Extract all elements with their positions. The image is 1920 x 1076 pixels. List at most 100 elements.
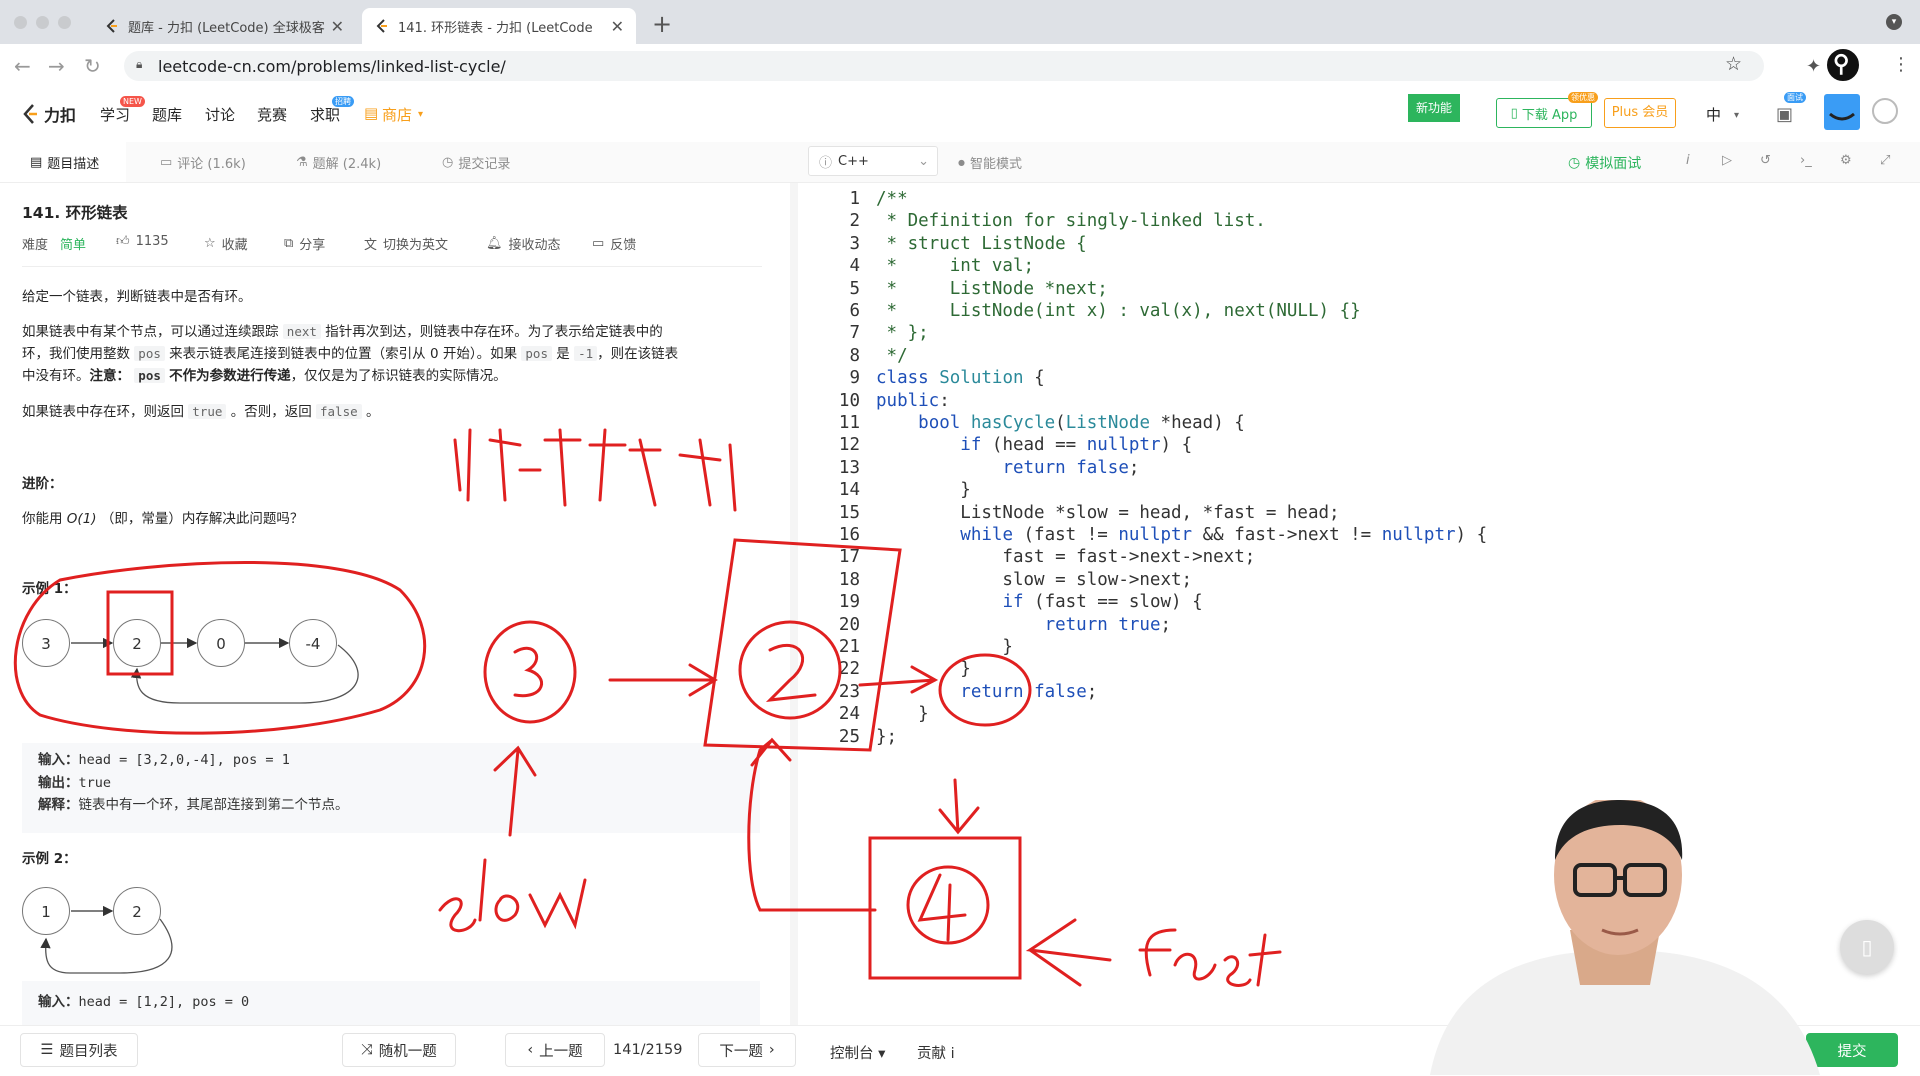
favorite-button[interactable]: ☆ 收藏 <box>204 234 248 253</box>
code-line: } <box>876 480 971 501</box>
contribute-link[interactable]: 贡献 i <box>917 1042 955 1063</box>
new-feature-button[interactable]: 新功能 <box>1408 94 1460 122</box>
profile-icon[interactable] <box>1872 98 1898 124</box>
tab-title: 题库 - 力扣 (LeetCode) 全球极客 <box>128 20 325 36</box>
text: 。 <box>365 404 380 420</box>
code-line: if (head == nullptr) { <box>960 435 1193 456</box>
star-icon: ☆ <box>204 236 216 251</box>
mock-interview-label: 模拟面试 <box>1585 156 1642 172</box>
share-button[interactable]: ⧉ 分享 <box>284 234 325 253</box>
browser-menu-icon[interactable]: ⋮ <box>1892 54 1910 75</box>
nav-problems[interactable]: 题库 <box>152 104 182 125</box>
info-italic-icon[interactable]: i <box>1686 153 1690 168</box>
panel-splitter[interactable] <box>790 183 798 1025</box>
random-button[interactable]: ⤨ 随机一题 <box>342 1033 456 1067</box>
reset-icon[interactable]: ↺ <box>1760 153 1771 168</box>
code-line: }; <box>876 726 898 747</box>
bookmark-star-icon[interactable]: ☆ <box>1725 53 1742 75</box>
code-line: fast = fast->next->next; <box>876 547 1256 568</box>
new-tab-button[interactable]: + <box>652 10 672 38</box>
tab-label: 题目描述 <box>47 157 100 172</box>
tab-submissions[interactable]: ◷ 提交记录 <box>442 153 510 172</box>
line-number: 12 <box>838 435 860 456</box>
subscribe-label: 接收动态 <box>508 238 561 253</box>
pin-extension-icon[interactable] <box>1825 47 1861 83</box>
random-label: 随机一题 <box>378 1043 437 1060</box>
close-window-dot[interactable] <box>14 16 27 29</box>
code-line: return true; <box>1044 614 1172 635</box>
mock-interview-button[interactable]: ◷ 模拟面试 <box>1568 153 1641 173</box>
nav-discuss[interactable]: 讨论 <box>205 104 235 125</box>
settings-icon[interactable]: ⚙ <box>1840 153 1852 168</box>
line-number: 10 <box>838 390 860 411</box>
code-line: while (fast != nullptr && fast->next != … <box>960 525 1488 545</box>
browser-tab-active[interactable]: 141. 环形链表 - 力扣 (LeetCode ✕ <box>362 8 636 44</box>
tab-search-icon[interactable]: ▾ <box>1886 14 1902 30</box>
phone-icon: ▯ <box>1510 105 1518 121</box>
input-label: 输入： <box>38 994 79 1010</box>
close-tab-icon[interactable]: ✕ <box>611 17 624 36</box>
explanation-value: 链表中有一个环，其尾部连接到第二个节点。 <box>78 797 349 813</box>
line-number: 13 <box>838 457 860 478</box>
language-select[interactable]: ⓘ C++ ⌄ <box>808 146 938 176</box>
leetcode-logo-icon <box>106 19 117 33</box>
line-number: 7 <box>849 323 860 344</box>
text: （即，常量）内存解决此问题吗？ <box>100 511 304 527</box>
language-switch[interactable]: 中 <box>1706 104 1721 125</box>
text: 是 <box>556 346 570 362</box>
document-icon: ▤ <box>30 155 43 170</box>
text: 中没有环。 <box>22 368 90 384</box>
browser-tab[interactable]: 题库 - 力扣 (LeetCode) 全球极客 ✕ <box>92 8 356 44</box>
line-number: 3 <box>849 233 860 254</box>
interview-icon[interactable]: ▣ <box>1776 104 1793 125</box>
tab-comments[interactable]: ▭ 评论 (1.6k) <box>160 153 246 172</box>
language-dropdown-icon: ▾ <box>1734 110 1740 121</box>
input-label: 输入： <box>38 752 79 768</box>
inline-code: false <box>316 404 362 419</box>
description-paragraph: 给定一个链表，判断链表中是否有环。 <box>22 289 252 305</box>
tab-solutions[interactable]: ⚗ 题解 (2.4k) <box>296 153 381 172</box>
terminal-icon[interactable]: ›_ <box>1800 153 1812 168</box>
address-bar: ← → ↻ 🔒︎ leetcode-cn.com/problems/linked… <box>0 44 1920 89</box>
play-icon[interactable]: ▷ <box>1722 153 1732 168</box>
problem-list-button[interactable]: ☰ 题目列表 <box>20 1033 138 1067</box>
feedback-button[interactable]: ▭ 反馈 <box>592 234 636 253</box>
user-avatar[interactable] <box>1824 94 1860 130</box>
url-field[interactable]: 🔒︎ leetcode-cn.com/problems/linked-list-… <box>124 51 1764 81</box>
line-number: 14 <box>838 480 860 501</box>
site-logo[interactable]: 力扣 <box>20 102 76 126</box>
nav-jobs[interactable]: 求职 <box>310 104 340 125</box>
forward-icon[interactable]: → <box>48 54 65 78</box>
smart-mode-toggle[interactable]: ● 智能模式 <box>958 153 1022 172</box>
like-count: 1135 <box>135 234 169 249</box>
switch-english-button[interactable]: 文切换为英文 <box>364 234 448 253</box>
nav-store[interactable]: 商店 <box>382 104 412 125</box>
list-node: 0 <box>197 619 245 667</box>
fullscreen-icon[interactable]: ⤢ <box>1880 153 1890 168</box>
minimize-window-dot[interactable] <box>36 16 49 29</box>
back-icon[interactable]: ← <box>14 54 31 78</box>
tab-label: 提交记录 <box>458 157 511 172</box>
nav-learn[interactable]: 学习 <box>100 104 130 125</box>
code-line: public: <box>876 390 950 411</box>
problem-list-label: 题目列表 <box>59 1043 118 1060</box>
nav-contest[interactable]: 竞赛 <box>257 104 287 125</box>
extension-puzzle-icon[interactable]: ✦ <box>1806 56 1821 77</box>
prev-button[interactable]: ‹ 上一题 <box>505 1033 605 1067</box>
timer-icon: ◷ <box>1568 155 1581 171</box>
subscribe-button[interactable]: 🔔︎ 接收动态 <box>486 234 561 253</box>
code-line: slow = slow->next; <box>876 569 1193 590</box>
tab-description[interactable]: ▤ 题目描述 <box>30 153 99 172</box>
console-toggle[interactable]: 控制台 ▾ <box>830 1042 885 1063</box>
plus-member-button[interactable]: Plus 会员 <box>1604 98 1676 128</box>
close-tab-icon[interactable]: ✕ <box>331 17 344 36</box>
like-button[interactable]: 👍︎ 1135 <box>116 234 169 249</box>
reload-icon[interactable]: ↻ <box>84 54 101 78</box>
next-button[interactable]: 下一题 › <box>698 1033 796 1067</box>
maximize-window-dot[interactable] <box>58 16 71 29</box>
text: O(1) <box>66 511 97 527</box>
nav-store-icon: ▤ <box>364 104 379 122</box>
download-badge: 领优惠 <box>1568 92 1598 103</box>
list-node: 1 <box>22 887 70 935</box>
text: 。否则，返回 <box>230 404 312 420</box>
